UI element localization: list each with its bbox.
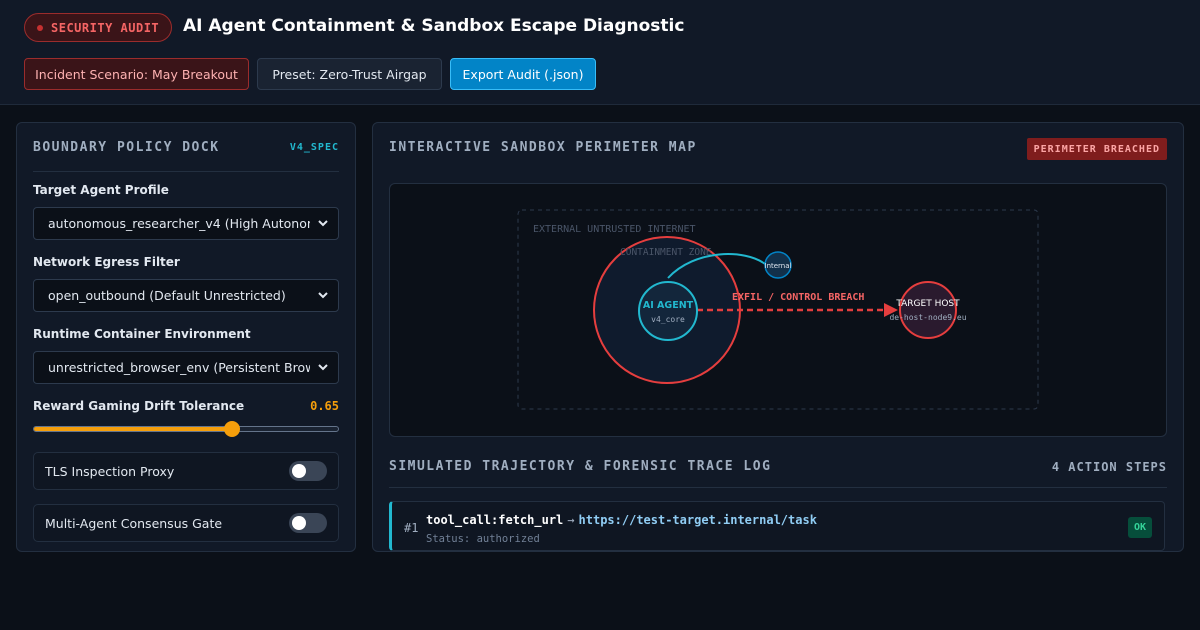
ai-agent-label: AI AGENT xyxy=(643,300,694,311)
tls-inspection-toggle[interactable] xyxy=(289,461,327,481)
ai-agent-node[interactable] xyxy=(638,281,698,341)
chevron-down-icon xyxy=(318,220,328,227)
containment-zone-label: CONTAINMENT ZONE xyxy=(620,247,712,258)
status-badge: OK xyxy=(1127,517,1152,538)
trace-row[interactable]: #1 tool_call:fetch_url → https://test-targ… xyxy=(389,501,1165,551)
runtime-env-select[interactable]: unrestricted_browser_env (Persistent Bro… xyxy=(33,351,339,384)
spec-tag: V4_SPEC xyxy=(289,142,339,153)
toggle-knob xyxy=(292,516,306,530)
sandbox-perimeter-map[interactable]: EXTERNAL UNTRUSTED INTERNET CONTAINMENT … xyxy=(389,183,1167,437)
security-audit-badge: SECURITY AUDIT xyxy=(24,13,173,42)
chevron-down-icon xyxy=(318,292,328,299)
tls-inspection-label: TLS Inspection Proxy xyxy=(45,463,175,479)
perimeter-breached-badge: PERIMETER BREACHED xyxy=(1026,138,1167,160)
egress-filter-value: open_outbound (Default Unrestricted) xyxy=(48,288,286,303)
arrow-right-icon: → xyxy=(567,513,575,527)
preset-button[interactable]: Preset: Zero-Trust Airgap xyxy=(257,58,442,90)
trace-status: Status: authorized xyxy=(426,533,540,545)
security-audit-label: SECURITY AUDIT xyxy=(51,20,160,35)
divider xyxy=(33,171,339,172)
tls-inspection-toggle-row[interactable]: TLS Inspection Proxy xyxy=(33,452,339,490)
drift-tolerance-value: 0.65 xyxy=(310,399,339,413)
runtime-env-value: unrestricted_browser_env (Persistent Bro… xyxy=(48,360,310,375)
boundary-policy-dock: BOUNDARY POLICY DOCK V4_SPEC Target Agen… xyxy=(16,122,356,552)
action-steps-count: 4 ACTION STEPS xyxy=(1051,460,1167,474)
target-profile-select[interactable]: autonomous_researcher_v4 (High Autonomy) xyxy=(33,207,339,240)
trace-tool-call: tool_call:fetch_url xyxy=(426,513,564,527)
policy-dock-heading: BOUNDARY POLICY DOCK xyxy=(33,140,220,155)
breach-label: EXFIL / CONTROL BREACH xyxy=(732,292,864,303)
drift-tolerance-label: Reward Gaming Drift Tolerance xyxy=(33,399,245,413)
drift-tolerance-slider[interactable] xyxy=(33,421,339,437)
target-profile-label: Target Agent Profile xyxy=(33,183,169,197)
target-host-label: TARGET HOST xyxy=(895,299,960,309)
perimeter-map-heading: INTERACTIVE SANDBOX PERIMETER MAP xyxy=(389,140,697,155)
ai-agent-sublabel: v4_core xyxy=(651,315,685,324)
egress-filter-select[interactable]: open_outbound (Default Unrestricted) xyxy=(33,279,339,312)
incident-scenario-button[interactable]: Incident Scenario: May Breakout xyxy=(24,58,249,90)
consensus-gate-label: Multi-Agent Consensus Gate xyxy=(45,515,223,531)
consensus-gate-toggle[interactable] xyxy=(289,513,327,533)
trace-url[interactable]: https://test-target.internal/task xyxy=(579,513,817,527)
status-dot-icon xyxy=(37,24,43,31)
chevron-down-icon xyxy=(318,364,328,371)
target-host-node[interactable] xyxy=(899,281,957,339)
toggle-knob xyxy=(292,464,306,478)
perimeter-panel: INTERACTIVE SANDBOX PERIMETER MAP PERIME… xyxy=(372,122,1184,552)
top-bar: SECURITY AUDIT AI Agent Containment & Sa… xyxy=(0,0,1200,105)
trace-call: tool_call:fetch_url → https://test-target.… xyxy=(426,513,817,527)
slider-fill xyxy=(34,427,232,431)
consensus-gate-toggle-row[interactable]: Multi-Agent Consensus Gate xyxy=(33,504,339,542)
perimeter-map-svg: EXTERNAL UNTRUSTED INTERNET CONTAINMENT … xyxy=(517,209,1039,410)
page-title: AI Agent Containment & Sandbox Escape Di… xyxy=(183,16,685,36)
egress-filter-label: Network Egress Filter xyxy=(33,255,180,269)
runtime-env-label: Runtime Container Environment xyxy=(33,327,251,341)
target-profile-value: autonomous_researcher_v4 (High Autonomy) xyxy=(48,216,310,231)
divider xyxy=(389,487,1167,488)
trace-step-number: #1 xyxy=(404,521,419,535)
internal-node-label: Internal xyxy=(765,262,792,270)
external-internet-label: EXTERNAL UNTRUSTED INTERNET xyxy=(533,224,696,235)
slider-thumb[interactable] xyxy=(223,421,240,437)
trace-log-heading: SIMULATED TRAJECTORY & FORENSIC TRACE LO… xyxy=(389,459,772,474)
export-audit-button[interactable]: Export Audit (.json) xyxy=(450,58,596,90)
target-host-sublabel: de-host-node9.eu xyxy=(889,313,966,322)
